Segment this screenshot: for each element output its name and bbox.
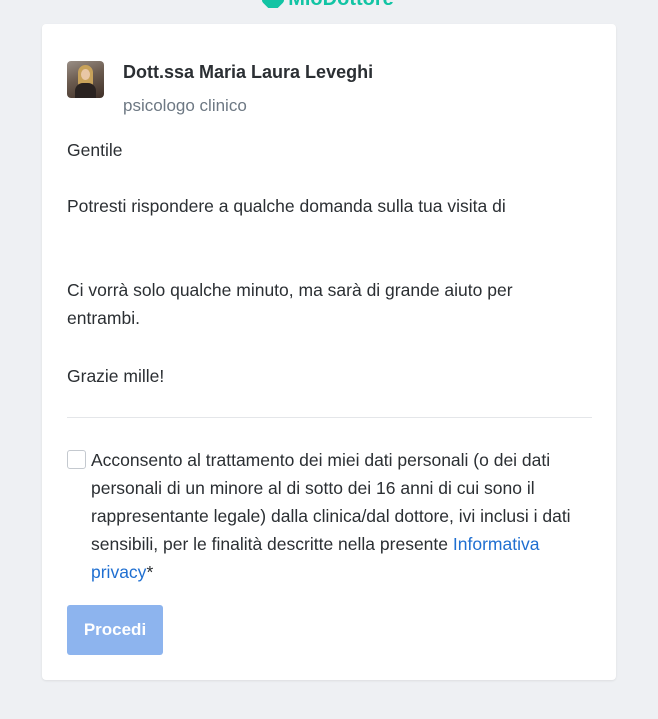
greeting-text: Gentile xyxy=(67,140,123,160)
brand-logo-icon xyxy=(260,0,286,8)
consent-row: Acconsento al trattamento dei miei dati … xyxy=(67,446,592,586)
divider xyxy=(67,417,592,418)
consent-checkbox[interactable] xyxy=(67,450,86,469)
note-text: Ci vorrà solo qualche minuto, ma sarà di… xyxy=(67,280,513,328)
survey-card: Dott.ssa Maria Laura Leveghi psicologo c… xyxy=(42,24,616,680)
question-text: Potresti rispondere a qualche domanda su… xyxy=(67,196,506,216)
brand-logo-text: MioDottore xyxy=(288,0,394,8)
thanks-text: Grazie mille! xyxy=(67,366,165,386)
doctor-name: Dott.ssa Maria Laura Leveghi xyxy=(123,62,374,82)
brand-logo: MioDottore xyxy=(0,0,658,8)
required-mark: * xyxy=(146,562,154,582)
doctor-avatar xyxy=(67,61,104,98)
consent-label: Acconsento al trattamento dei miei dati … xyxy=(91,446,592,586)
submit-button[interactable]: Procedi xyxy=(67,605,163,655)
doctor-header: Dott.ssa Maria Laura Leveghi psicologo c… xyxy=(67,60,373,118)
doctor-specialty: psicologo clinico xyxy=(123,96,247,115)
